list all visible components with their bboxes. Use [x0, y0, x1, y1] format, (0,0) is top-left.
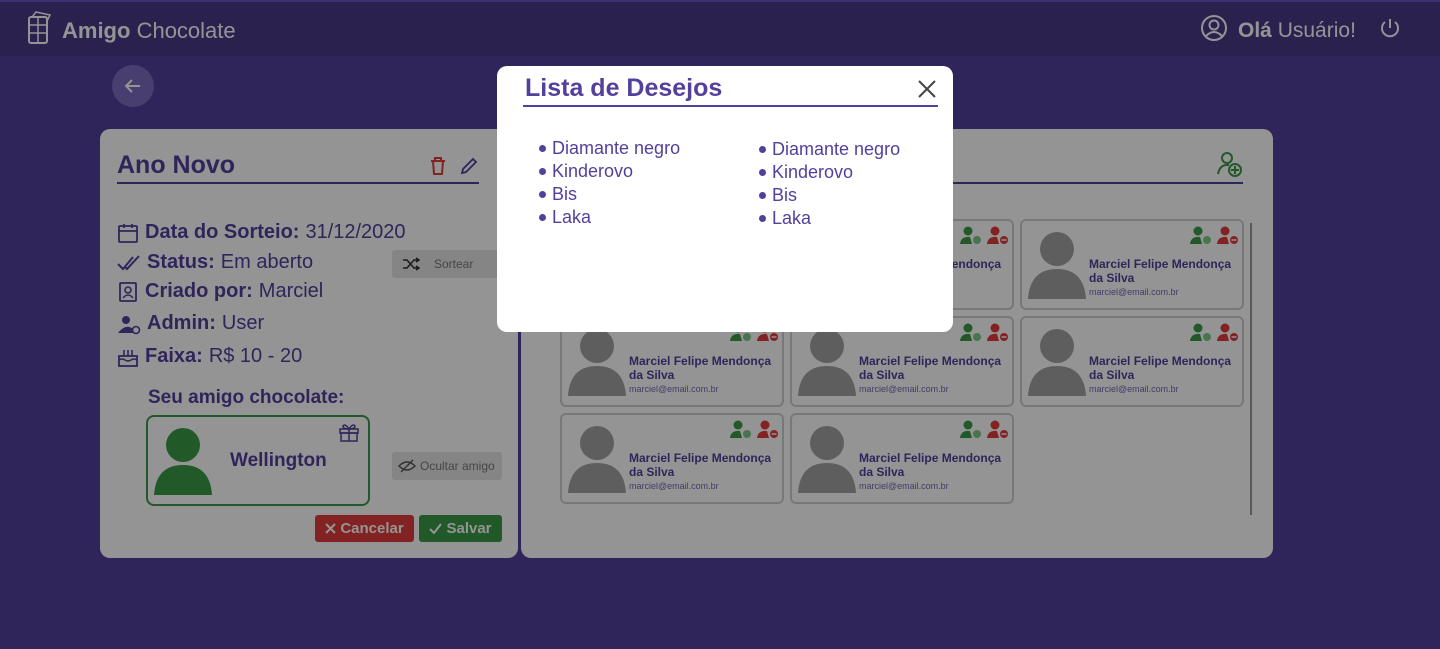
- avatar: [568, 329, 626, 396]
- participant-card: Marciel Felipe Mendonça da Silva marciel@…: [790, 413, 1014, 504]
- list-item: Bis: [539, 183, 680, 206]
- secret-friend-card: Wellington: [146, 415, 370, 506]
- range-row: Faixa: R$ 10 - 20: [117, 345, 302, 368]
- list-item: Kinderovo: [759, 161, 900, 184]
- top-bar: Amigo Chocolate Olá Usuário!: [0, 0, 1440, 56]
- check-icon: [429, 523, 443, 534]
- list-item: Laka: [759, 207, 900, 230]
- participant-name: Marciel Felipe Mendonça da Silva: [629, 354, 772, 382]
- chocolate-bar-icon: [26, 11, 52, 50]
- avatar: [568, 426, 626, 493]
- participant-email: marciel@email.com.br: [859, 384, 949, 394]
- greeting-bold: Olá: [1238, 19, 1272, 42]
- list-item: Kinderovo: [539, 160, 680, 183]
- participant-name: Marciel Felipe Mendonça da Silva: [629, 451, 772, 479]
- participant-name: Marciel Felipe Mendonça da Silva: [859, 451, 1002, 479]
- user-check-icon[interactable]: [960, 322, 982, 347]
- user-remove-icon[interactable]: [987, 225, 1009, 250]
- calendar-icon: [118, 223, 138, 243]
- user-check-icon[interactable]: [730, 419, 752, 444]
- cake-icon: [118, 349, 138, 367]
- draw-date-row: Data do Sorteio: 31/12/2020: [117, 221, 406, 244]
- save-button[interactable]: Salvar: [419, 515, 502, 542]
- close-icon[interactable]: [917, 79, 937, 104]
- modal-title: Lista de Desejos: [525, 74, 723, 102]
- secret-friend-name: Wellington: [230, 450, 327, 471]
- user-check-icon[interactable]: [1190, 225, 1212, 250]
- wishlist-right: Diamante negro Kinderovo Bis Laka: [759, 138, 900, 230]
- back-button[interactable]: [112, 65, 154, 107]
- user-remove-icon[interactable]: [987, 322, 1009, 347]
- wishlist-left: Diamante negro Kinderovo Bis Laka: [539, 137, 680, 229]
- participant-email: marciel@email.com.br: [1089, 287, 1179, 297]
- avatar: [1028, 232, 1086, 299]
- participant-card: Marciel Felipe Mendonça da Silva marciel@…: [560, 413, 784, 504]
- avatar: [154, 428, 212, 495]
- user-check-icon[interactable]: [1190, 322, 1212, 347]
- shuffle-icon: [403, 257, 420, 271]
- power-icon[interactable]: [1378, 16, 1402, 45]
- user-cog-icon: [118, 315, 141, 334]
- list-item: Diamante negro: [539, 137, 680, 160]
- participant-name: Marciel Felipe Mendonça da Silva: [859, 354, 1002, 382]
- user-remove-icon[interactable]: [1217, 322, 1239, 347]
- greeting-user: Usuário!: [1277, 19, 1356, 42]
- participant-card: Marciel Felipe Mendonça da Silva marciel@…: [1020, 316, 1244, 407]
- user-remove-icon[interactable]: [987, 419, 1009, 444]
- id-badge-icon: [119, 281, 137, 302]
- secret-friend-label: Seu amigo chocolate:: [148, 387, 345, 408]
- gift-icon[interactable]: [338, 421, 360, 448]
- participant-email: marciel@email.com.br: [629, 481, 719, 491]
- double-check-icon: [117, 254, 140, 270]
- admin-row: Admin: User: [117, 312, 264, 335]
- event-title: Ano Novo: [117, 151, 236, 179]
- wishlist-modal: Lista de Desejos Diamante negro Kinderov…: [497, 66, 953, 332]
- status-row: Status: Em aberto: [117, 251, 313, 274]
- trash-icon[interactable]: [429, 156, 447, 181]
- event-details-card: Ano Novo Data do Sorteio: 31/12/2020 Stat…: [100, 129, 518, 558]
- participant-email: marciel@email.com.br: [629, 384, 719, 394]
- user-check-icon[interactable]: [960, 419, 982, 444]
- list-item: Diamante negro: [759, 138, 900, 161]
- user-check-icon[interactable]: [960, 225, 982, 250]
- participant-name: Marciel Felipe Mendonça da Silva: [1089, 354, 1232, 382]
- brand[interactable]: Amigo Chocolate: [26, 11, 236, 50]
- avatar: [1028, 329, 1086, 396]
- user-remove-icon[interactable]: [757, 419, 779, 444]
- participant-name: Marciel Felipe Mendonça da Silva: [1089, 257, 1232, 285]
- add-user-icon[interactable]: [1217, 151, 1243, 182]
- user-remove-icon[interactable]: [1217, 225, 1239, 250]
- user-circle-icon: [1200, 14, 1228, 48]
- avatar: [798, 426, 856, 493]
- sort-button[interactable]: Sortear: [392, 250, 504, 278]
- list-item: Bis: [759, 184, 900, 207]
- arrow-left-icon: [124, 79, 140, 93]
- list-item: Laka: [539, 206, 680, 229]
- avatar: [798, 329, 856, 396]
- participant-card: Marciel Felipe Mendonça da Silva marciel@…: [1020, 219, 1244, 310]
- eye-slash-icon: [398, 459, 416, 473]
- hide-friend-button[interactable]: Ocultar amigo: [392, 452, 502, 480]
- close-icon: [325, 523, 337, 534]
- brand-title: Amigo Chocolate: [62, 17, 236, 43]
- title-divider: [117, 182, 479, 184]
- created-by-row: Criado por: Marciel: [117, 280, 323, 303]
- modal-divider: [523, 105, 938, 107]
- participant-email: marciel@email.com.br: [859, 481, 949, 491]
- scrollbar[interactable]: [1250, 223, 1252, 515]
- user-greeting[interactable]: Olá Usuário!: [1200, 14, 1356, 48]
- participant-email: marciel@email.com.br: [1089, 384, 1179, 394]
- cancel-button[interactable]: Cancelar: [315, 515, 414, 542]
- pencil-icon[interactable]: [459, 156, 479, 181]
